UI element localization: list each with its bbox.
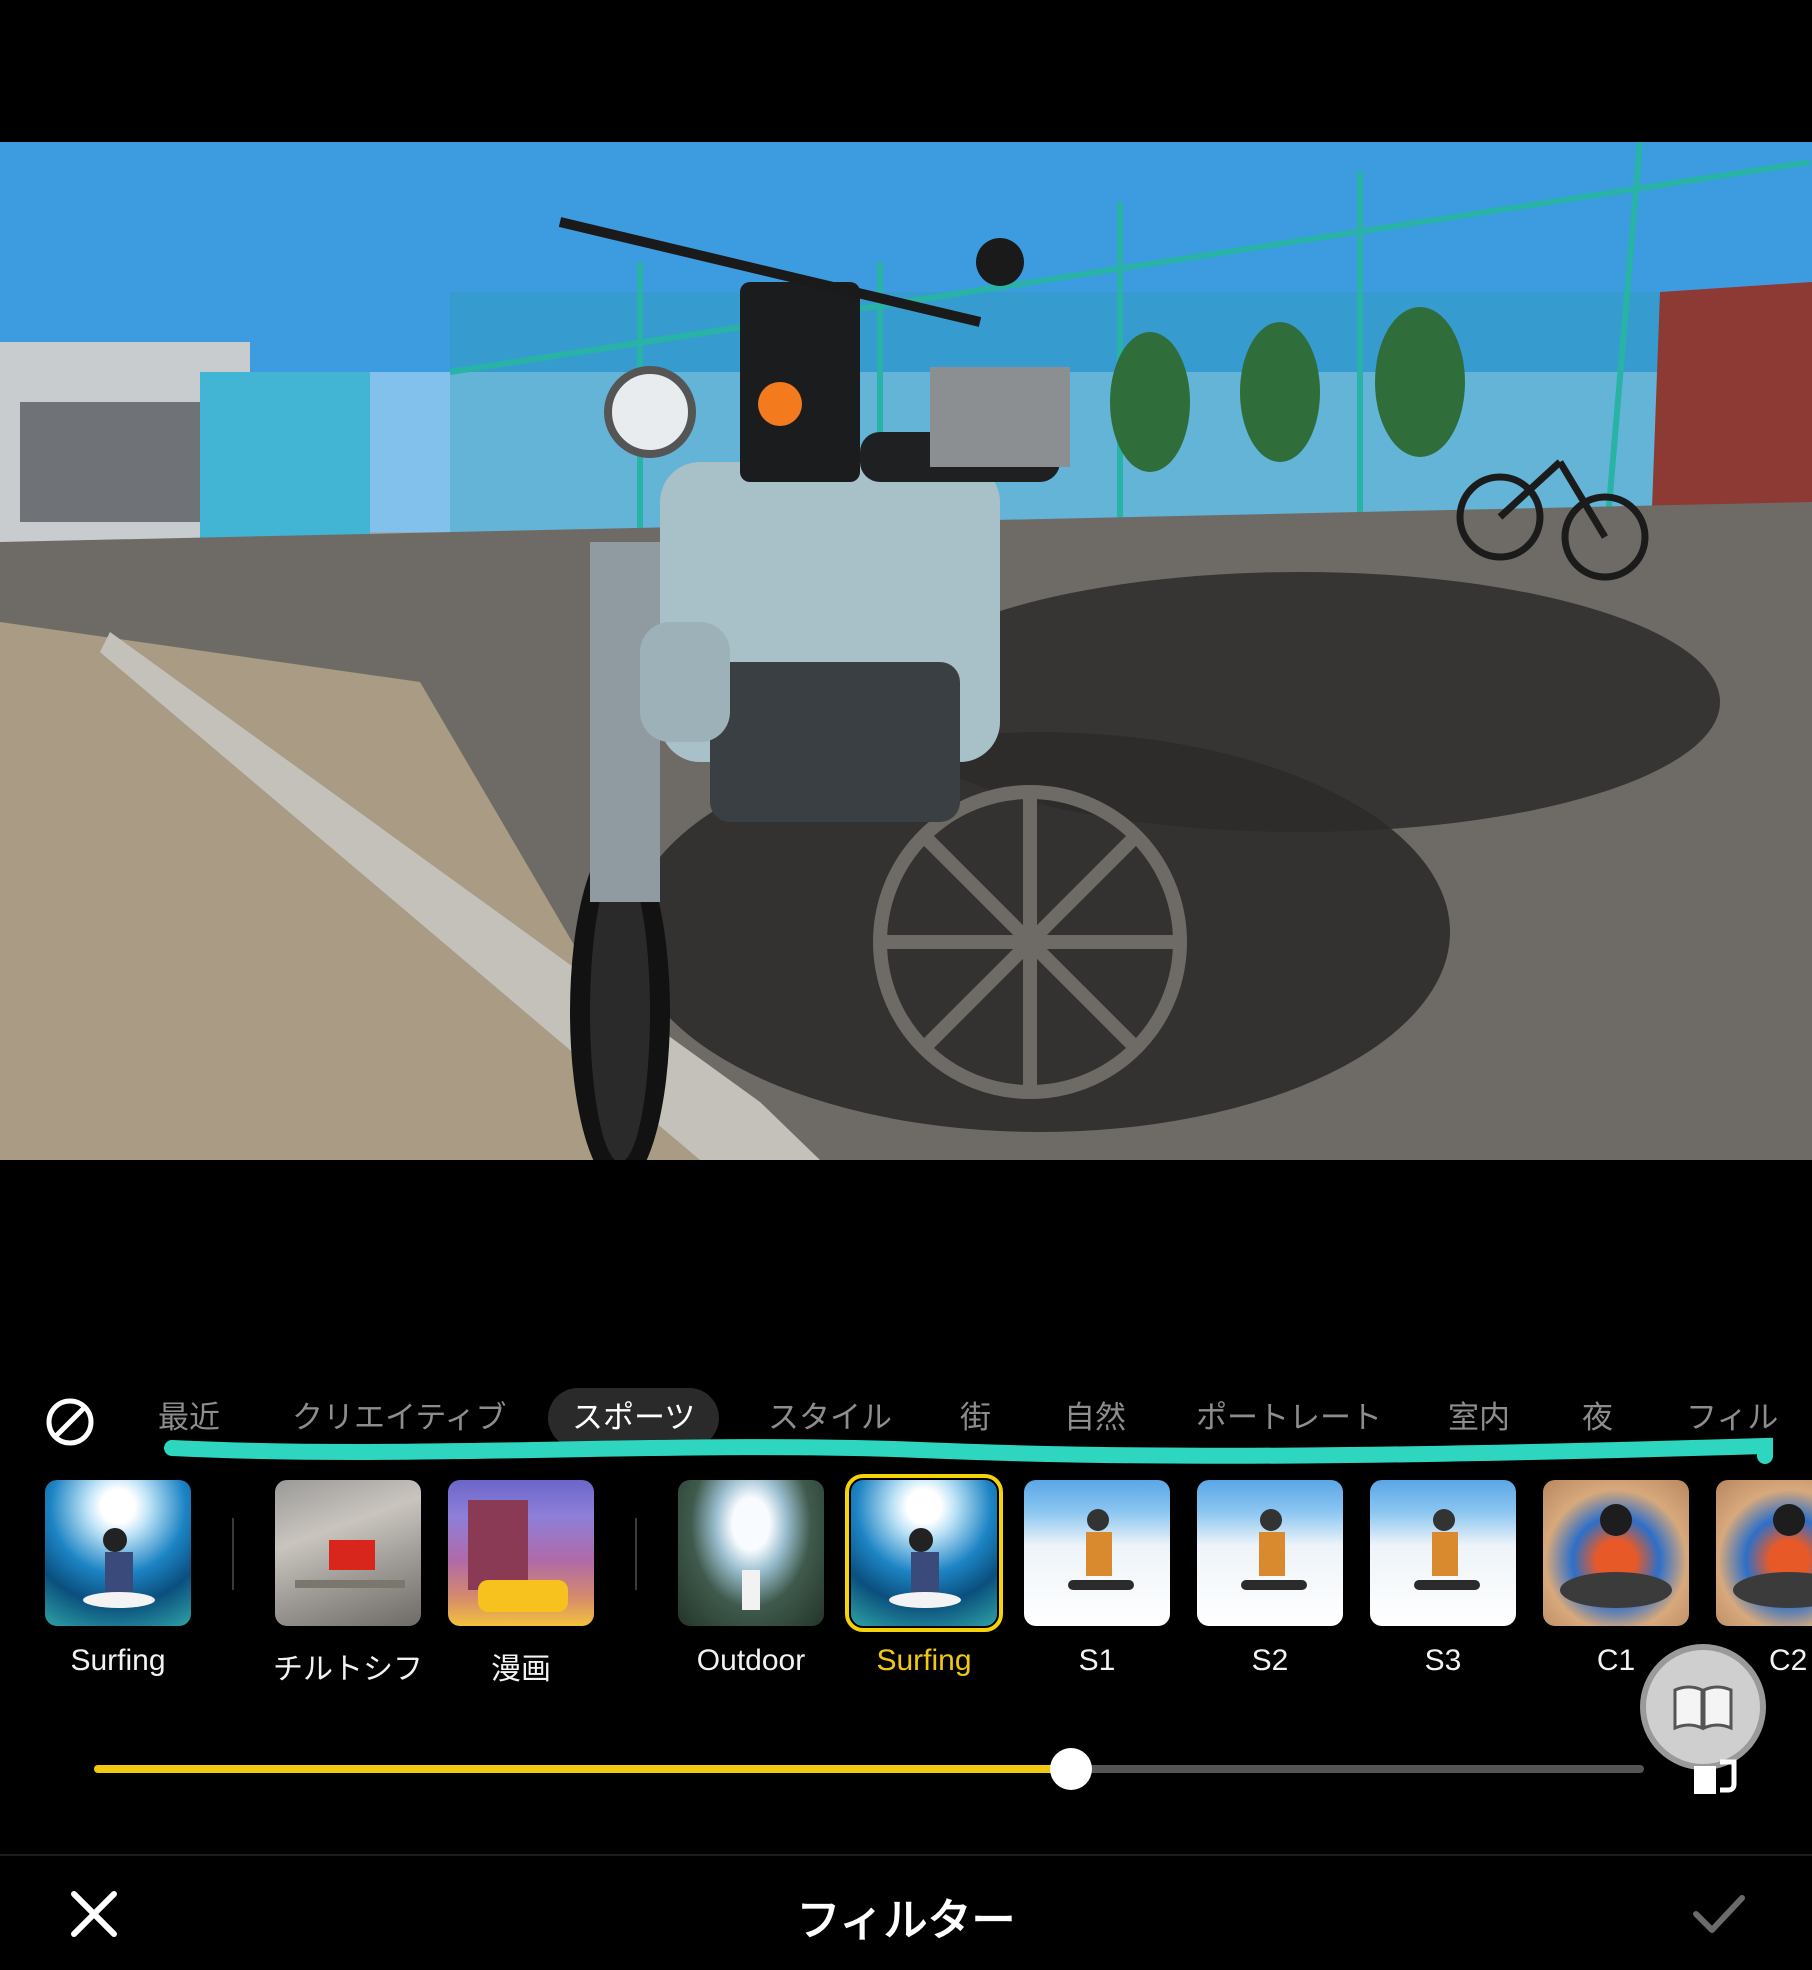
filter-label: S2 bbox=[1251, 1644, 1289, 1677]
filter-thumb-surfing-recent[interactable] bbox=[45, 1480, 191, 1626]
filter-label: 漫画 bbox=[491, 1653, 551, 1686]
bottom-divider bbox=[0, 1854, 1812, 1856]
filter-thumb-surfing[interactable] bbox=[845, 1474, 1003, 1632]
filter-thumb-s3[interactable] bbox=[1370, 1480, 1516, 1626]
filter-label: S3 bbox=[1424, 1644, 1462, 1677]
group-divider bbox=[232, 1518, 234, 1590]
filter-thumb-s1[interactable] bbox=[1024, 1480, 1170, 1626]
filter-thumb-tilt-shift[interactable] bbox=[275, 1480, 421, 1626]
no-filter-icon[interactable] bbox=[44, 1396, 96, 1448]
filter-label-selected: Surfing bbox=[876, 1644, 972, 1677]
slider-handle[interactable] bbox=[1049, 1748, 1092, 1790]
intensity-slider[interactable] bbox=[94, 1748, 1644, 1790]
filter-label: Outdoor bbox=[696, 1644, 806, 1677]
page-title: フィルター bbox=[796, 1895, 1016, 1946]
filter-thumb-c1[interactable] bbox=[1543, 1480, 1689, 1626]
filter-thumb-c2[interactable] bbox=[1716, 1480, 1812, 1626]
photo-preview bbox=[0, 142, 1812, 1160]
filter-thumb-manga[interactable] bbox=[448, 1480, 594, 1626]
checkmark-icon[interactable] bbox=[1690, 1888, 1748, 1940]
filter-thumb-s2[interactable] bbox=[1197, 1480, 1343, 1626]
filter-label: S1 bbox=[1078, 1644, 1116, 1677]
slider-fill bbox=[94, 1765, 1071, 1773]
external-link-icon[interactable] bbox=[1690, 1752, 1744, 1798]
filter-label: チルトシフ bbox=[273, 1653, 423, 1686]
filter-thumb-outdoor[interactable] bbox=[678, 1480, 824, 1626]
filter-label: Surfing bbox=[70, 1644, 166, 1677]
group-divider bbox=[635, 1518, 637, 1590]
book-icon bbox=[1673, 1685, 1733, 1731]
annotation-scribble bbox=[164, 1437, 1773, 1464]
